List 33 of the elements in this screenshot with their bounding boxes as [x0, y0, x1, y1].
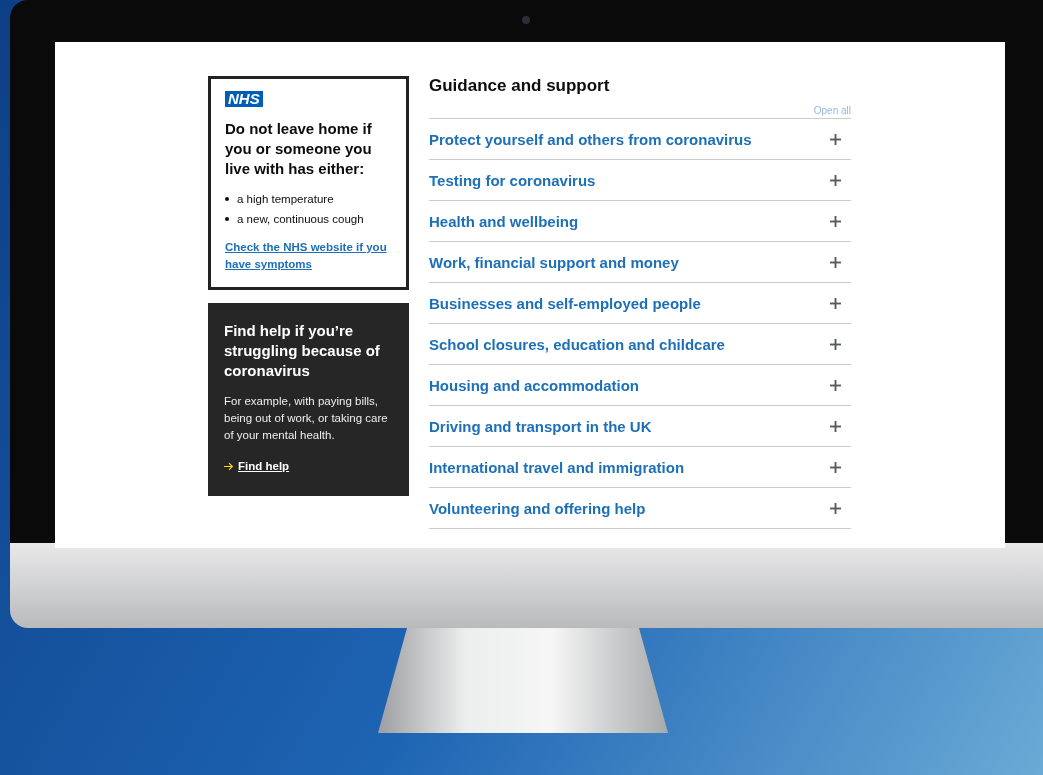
accordion-section[interactable]: Housing and accommodation	[429, 365, 851, 406]
help-text: For example, with paying bills, being out of work, or taking care of your mental health.	[224, 394, 389, 443]
accordion-section[interactable]: Volunteering and offering help	[429, 488, 851, 529]
help-heading: Find help if you’re struggling because of coronavirus	[224, 321, 381, 381]
symptom-item: a high temperature	[237, 192, 334, 207]
plus-icon	[830, 215, 841, 227]
accordion-section[interactable]: Businesses and self-employed people	[429, 283, 851, 324]
accordion-section[interactable]: Work, financial support and money	[429, 242, 851, 283]
camera-icon	[522, 16, 530, 24]
nhs-logo: NHS	[225, 91, 263, 107]
plus-icon	[830, 502, 841, 514]
nhs-website-link[interactable]: Check the NHS website if you have symptoms	[225, 239, 392, 273]
accordion-section[interactable]: Driving and transport in the UK	[429, 406, 851, 447]
accordion-section[interactable]: Testing for coronavirus	[429, 160, 851, 201]
plus-icon	[830, 256, 841, 268]
plus-icon	[830, 338, 841, 350]
plus-icon	[830, 420, 841, 432]
section-title: Guidance and support	[429, 76, 611, 96]
symptom-item: a new, continuous cough	[237, 212, 364, 227]
plus-icon	[830, 461, 841, 473]
plus-icon	[830, 133, 841, 145]
plus-icon	[830, 297, 841, 309]
accordion-section[interactable]: International travel and immigration	[429, 447, 851, 488]
plus-icon	[830, 379, 841, 391]
find-help-link[interactable]: Find help	[238, 460, 290, 472]
alert-heading: Do not leave home if you or someone you live with has either:	[225, 119, 373, 179]
accordion-section[interactable]: Protect yourself and others from coronavirus	[429, 119, 851, 160]
bullet-icon	[225, 217, 229, 221]
accordion-section[interactable]: Health and wellbeing	[429, 201, 851, 242]
bullet-icon	[225, 197, 229, 201]
plus-icon	[830, 174, 841, 186]
arrow-icon	[224, 461, 234, 471]
accordion-section[interactable]: School closures, education and childcare	[429, 324, 851, 365]
